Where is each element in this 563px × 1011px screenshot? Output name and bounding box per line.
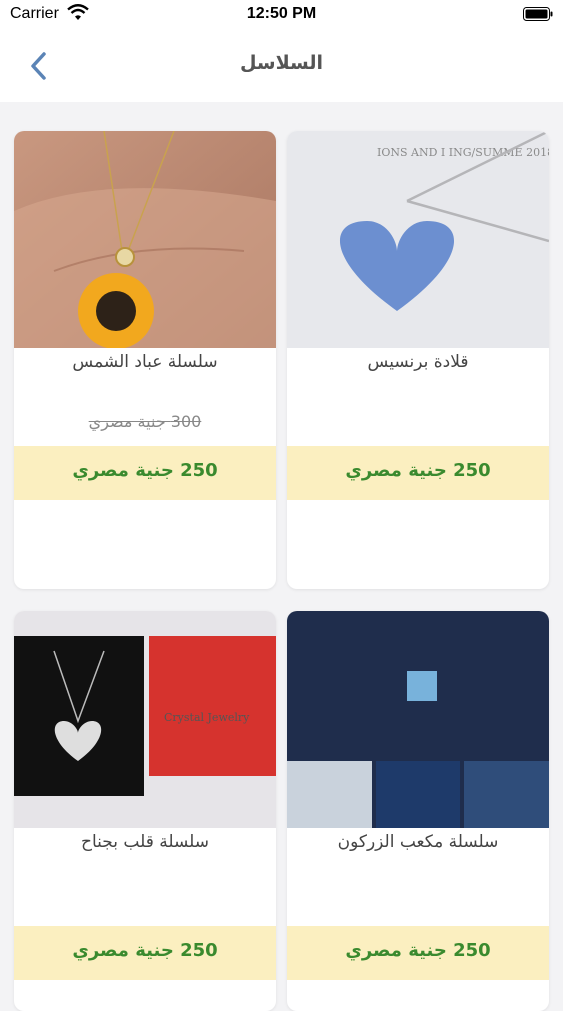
navigation-bar: السلاسل [0, 30, 563, 102]
battery-icon [523, 7, 553, 21]
princess-heart-necklace-image: IONS AND I ING/SUMME 2018 [287, 131, 549, 348]
product-name: سلسلة قلب بجناح [80, 832, 210, 852]
product-card-zircon-cube[interactable]: سلسلة مكعب الزركون 250 جنية مصري [287, 611, 549, 1011]
page-title: السلاسل [239, 52, 324, 74]
zircon-cube-necklace-image [287, 611, 549, 828]
product-name: قلادة برنسيس [367, 352, 469, 372]
product-image [14, 131, 276, 348]
product-price: 250 جنية مصري [72, 460, 218, 481]
product-card-princess[interactable]: IONS AND I ING/SUMME 2018 قلادة برنسيس 2… [287, 131, 549, 589]
price-band: 250 جنية مصري [14, 446, 276, 500]
product-price: 250 جنية مصري [72, 940, 218, 961]
product-image [287, 611, 549, 828]
price-band: 250 جنية مصري [14, 926, 276, 980]
image-caption: IONS AND I ING/SUMME 2018 [377, 146, 549, 159]
clock: 12:50 PM [246, 5, 317, 22]
image-caption: Crystal Jewelry [164, 711, 250, 724]
price-band: 250 جنية مصري [287, 446, 549, 500]
product-name: سلسلة عباد الشمس [72, 352, 218, 372]
price-band: 250 جنية مصري [287, 926, 549, 980]
product-image: IONS AND I ING/SUMME 2018 [287, 131, 549, 348]
product-name: سلسلة مكعب الزركون [337, 832, 499, 852]
product-price: 250 جنية مصري [345, 940, 491, 961]
status-bar: Carrier 12:50 PM [0, 0, 563, 30]
product-price: 250 جنية مصري [345, 460, 491, 481]
sunflower-necklace-image [14, 131, 276, 348]
winged-heart-necklace-image: Crystal Jewelry [14, 611, 276, 828]
product-card-sunflower[interactable]: سلسلة عباد الشمس 300 جنية مصري 250 جنية … [14, 131, 276, 589]
product-old-price: 300 جنية مصري [88, 412, 202, 431]
product-image: Crystal Jewelry [14, 611, 276, 828]
product-card-winged-heart[interactable]: Crystal Jewelry سلسلة قلب بجناح 250 جنية… [14, 611, 276, 1011]
